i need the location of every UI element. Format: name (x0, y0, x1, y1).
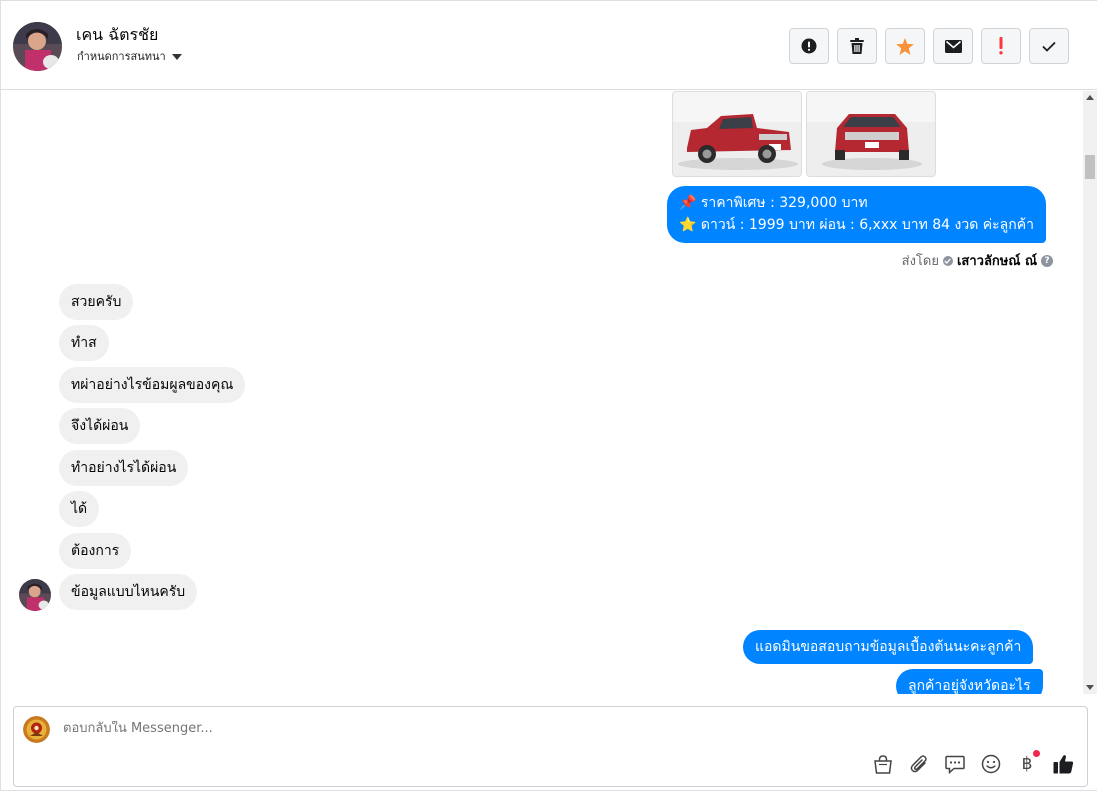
outgoing-message-region[interactable]: ลูกค้าอยู่จังหวัดอะไร (896, 669, 1043, 694)
payment-button[interactable]: ฿ (1016, 750, 1040, 775)
thread-scrollbar[interactable] (1083, 91, 1097, 694)
assignment-label: กำหนดการสนทนา (77, 50, 166, 63)
shop-button[interactable] (872, 753, 894, 775)
incoming-message[interactable]: จึงได้ผ่อน (59, 408, 141, 444)
emoji-button[interactable] (980, 753, 1002, 775)
incoming-message[interactable]: ทำส (59, 325, 109, 361)
incoming-message[interactable]: ได้ (59, 491, 100, 527)
star-button[interactable] (885, 28, 925, 64)
check-icon (1042, 41, 1056, 52)
envelope-icon (944, 39, 962, 53)
page-avatar (23, 716, 50, 743)
sent-by-indicator: ส่งโดย เสาวลักษณ์ ณ์ ? (902, 250, 1053, 271)
incoming-message[interactable]: ทผ่าอย่างไรข้อมผูลของคุณ (59, 367, 246, 403)
alert-circle-icon (801, 38, 817, 54)
outgoing-message-price[interactable]: 📌 ราคาพิเศษ : 329,000 บาท ⭐ ดาวน์ : 1999… (667, 186, 1046, 243)
contact-avatar[interactable] (13, 22, 62, 71)
incoming-message[interactable]: ต้องการ (59, 533, 132, 569)
scroll-up-arrow-icon[interactable] (1086, 95, 1094, 100)
reply-composer: ฿ (13, 706, 1088, 787)
caret-down-icon (171, 53, 182, 60)
trash-icon (850, 38, 864, 54)
thumbs-up-icon (1053, 755, 1073, 774)
smiley-icon (981, 754, 1001, 774)
reply-input[interactable] (63, 721, 763, 736)
sent-by-name[interactable]: เสาวลักษณ์ ณ์ (957, 250, 1037, 271)
price-line: 📌 ราคาพิเศษ : 329,000 บาท (679, 195, 868, 211)
chat-bubble-icon (945, 755, 965, 774)
delete-button[interactable] (837, 28, 877, 64)
contact-name[interactable]: เคน ฉัตรชัย (76, 23, 158, 48)
conversation-assignment-dropdown[interactable]: กำหนดการสนทนา (77, 47, 182, 65)
exclamation-icon (999, 37, 1003, 55)
conversation-header: เคน ฉัตรชัย กำหนดการสนทนา (1, 1, 1097, 90)
message-thread[interactable]: 📌 ราคาพิเศษ : 329,000 บาท ⭐ ดาวน์ : 1999… (1, 91, 1083, 694)
spam-button[interactable] (981, 28, 1021, 64)
contact-avatar-small[interactable] (19, 579, 51, 611)
paperclip-icon (910, 755, 927, 773)
scroll-thumb[interactable] (1085, 155, 1095, 179)
attach-button[interactable] (908, 753, 930, 775)
mark-unread-button[interactable] (933, 28, 973, 64)
like-button[interactable] (1052, 753, 1074, 775)
incoming-message[interactable]: ข้อมูลแบบไหนครับ (59, 574, 198, 610)
verified-check-icon (942, 255, 953, 266)
car-photo-side[interactable] (672, 91, 802, 177)
composer-toolbar: ฿ (872, 750, 1074, 775)
incoming-message[interactable]: สวยครับ (59, 284, 134, 320)
mark-done-button[interactable] (1029, 28, 1069, 64)
action-toolbar (789, 28, 1069, 64)
help-icon[interactable]: ? (1041, 254, 1053, 267)
installment-line: ⭐ ดาวน์ : 1999 บาท ผ่อน : 6,xxx บาท 84 ง… (679, 217, 1034, 233)
star-icon (896, 37, 914, 55)
scroll-down-arrow-icon[interactable] (1086, 685, 1094, 690)
notification-dot (1033, 750, 1040, 757)
saved-replies-button[interactable] (944, 753, 966, 775)
shopping-bag-icon (874, 754, 892, 774)
sent-by-prefix: ส่งโดย (901, 254, 939, 269)
report-button[interactable] (789, 28, 829, 64)
incoming-message[interactable]: ทำอย่างไรได้ผ่อน (59, 450, 189, 486)
car-photo-front[interactable] (806, 91, 936, 177)
outgoing-message-admin[interactable]: แอดมินขอสอบถามข้อมูลเบื้องต้นนะคะลูกค้า (743, 630, 1034, 664)
baht-icon: ฿ (1021, 753, 1033, 774)
